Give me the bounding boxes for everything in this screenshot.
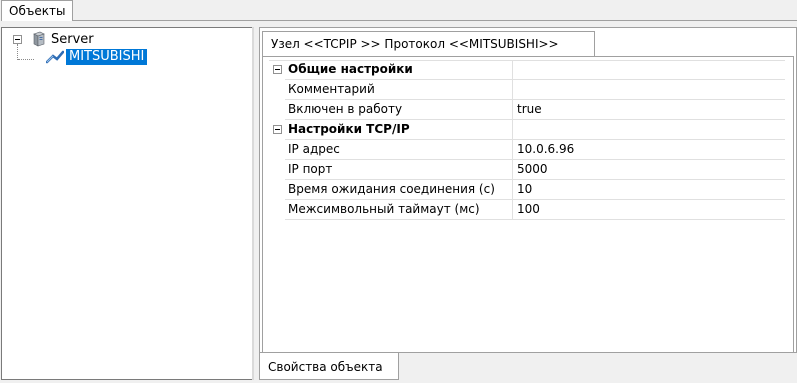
protocol-node-icon bbox=[46, 50, 64, 64]
tree-connector bbox=[17, 44, 18, 60]
tab-objects[interactable]: Объекты bbox=[1, 0, 73, 21]
category-tcpip-value bbox=[513, 120, 785, 140]
property-name[interactable]: IP порт bbox=[285, 160, 513, 180]
property-value[interactable]: 100 bbox=[513, 200, 785, 220]
property-name[interactable]: Межсимвольный таймаут (мс) bbox=[285, 200, 513, 220]
tree-item-mitsubishi[interactable]: MITSUBISHI bbox=[66, 49, 148, 65]
tree-connector bbox=[18, 59, 34, 60]
property-value[interactable]: 10.0.6.96 bbox=[513, 140, 785, 160]
category-tcpip[interactable]: Настройки TCP/IP bbox=[285, 120, 513, 140]
property-value[interactable]: 5000 bbox=[513, 160, 785, 180]
property-value[interactable]: 10 bbox=[513, 180, 785, 200]
property-name[interactable]: IP адрес bbox=[285, 140, 513, 160]
property-name[interactable]: Включен в работу bbox=[285, 100, 513, 120]
tab-object-properties[interactable]: Свойства объекта bbox=[259, 353, 399, 380]
category-general[interactable]: Общие настройки bbox=[285, 60, 513, 80]
server-icon bbox=[33, 31, 45, 47]
collapse-icon[interactable] bbox=[13, 35, 22, 44]
tab-node-protocol[interactable]: Узел <<TCPIP >> Протокол <<MITSUBISHI>> bbox=[262, 31, 595, 56]
tree-item-server[interactable]: Server bbox=[51, 32, 94, 47]
property-name[interactable]: Комментарий bbox=[285, 80, 513, 100]
property-name[interactable]: Время ожидания соединения (с) bbox=[285, 180, 513, 200]
property-value[interactable] bbox=[513, 80, 785, 100]
collapse-icon[interactable] bbox=[273, 65, 282, 74]
property-value[interactable]: true bbox=[513, 100, 785, 120]
tab-strip-divider bbox=[73, 20, 797, 21]
category-general-value bbox=[513, 60, 785, 80]
object-tree[interactable]: Server MITSUBISHI bbox=[1, 27, 254, 380]
collapse-icon[interactable] bbox=[273, 125, 282, 134]
